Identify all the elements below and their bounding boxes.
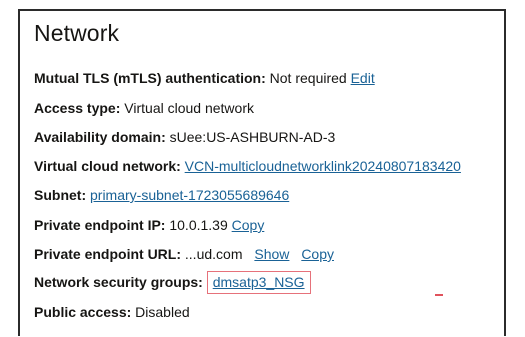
access-type-row: Access type: Virtual cloud network (34, 99, 254, 117)
availability-domain-label: Availability domain: (34, 129, 166, 145)
vcn-link[interactable]: VCN-multicloudnetworklink20240807183420 (185, 158, 461, 174)
public-access-value: Disabled (135, 304, 190, 320)
availability-domain-row: Availability domain: sUee:US-ASHBURN-AD-… (34, 128, 335, 146)
copy-ip-link[interactable]: Copy (232, 217, 265, 233)
private-endpoint-ip-label: Private endpoint IP: (34, 217, 166, 233)
public-access-label: Public access: (34, 304, 132, 320)
mtls-row: Mutual TLS (mTLS) authentication: Not re… (34, 69, 375, 87)
availability-domain-value: sUee:US-ASHBURN-AD-3 (169, 129, 336, 145)
network-security-groups-row: Network security groups: dmsatp3_NSG (34, 271, 311, 294)
private-endpoint-ip-value: 10.0.1.39 (169, 217, 228, 233)
subnet-label: Subnet: (34, 187, 87, 203)
subnet-row: Subnet: primary-subnet-1723055689646 (34, 186, 289, 204)
private-endpoint-url-row: Private endpoint URL: ...ud.com Show Cop… (34, 245, 334, 263)
vcn-row: Virtual cloud network: VCN-multicloudnet… (34, 157, 461, 175)
network-security-groups-label: Network security groups: (34, 274, 203, 290)
private-endpoint-ip-row: Private endpoint IP: 10.0.1.39 Copy (34, 216, 264, 234)
vcn-label: Virtual cloud network: (34, 158, 181, 174)
mtls-label: Mutual TLS (mTLS) authentication: (34, 70, 266, 86)
section-title: Network (34, 20, 120, 46)
subnet-link[interactable]: primary-subnet-1723055689646 (90, 187, 289, 203)
copy-url-link[interactable]: Copy (301, 246, 334, 262)
red-mark (435, 294, 443, 296)
show-url-link[interactable]: Show (254, 246, 289, 262)
private-endpoint-url-label: Private endpoint URL: (34, 246, 182, 262)
public-access-row: Public access: Disabled (34, 303, 190, 321)
network-panel: Network Mutual TLS (mTLS) authentication… (18, 9, 506, 336)
access-type-value: Virtual cloud network (124, 100, 254, 116)
nsg-link[interactable]: dmsatp3_NSG (213, 274, 305, 290)
private-endpoint-url-value: ...ud.com (184, 246, 243, 262)
mtls-value: Not required (269, 70, 347, 86)
nsg-highlight-box: dmsatp3_NSG (206, 271, 311, 294)
access-type-label: Access type: (34, 100, 121, 116)
mtls-edit-link[interactable]: Edit (351, 70, 375, 86)
